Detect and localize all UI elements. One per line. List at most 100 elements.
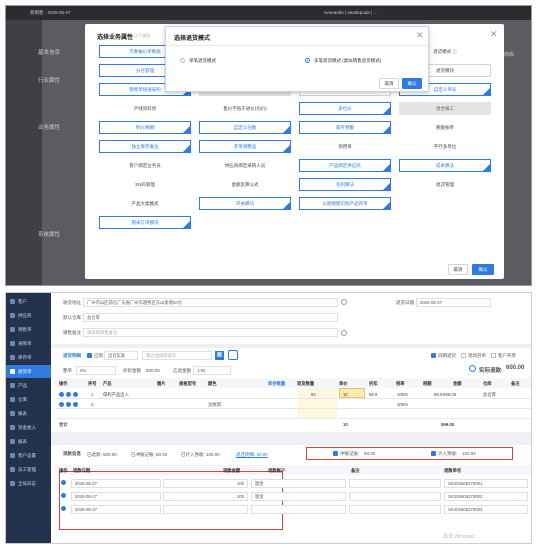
sidebar-item[interactable]: 报表 (6, 435, 51, 448)
cell-qty[interactable]: 10 (343, 392, 348, 397)
refund-detail-link[interactable]: 退还明细: 50.00 (236, 452, 268, 458)
attribute-tile[interactable]: 开关模块 (199, 197, 291, 210)
remove-row-icon[interactable] (61, 506, 66, 511)
sidebar-item[interactable]: 仓库 (6, 393, 51, 406)
sidebar-item[interactable]: 员工管理 (6, 463, 51, 476)
attribute-tile[interactable]: 税额按单 (399, 121, 491, 134)
attribute-tile[interactable]: 客户绑定业务员 (99, 159, 191, 172)
sidebar-item[interactable]: 退货单 (6, 365, 51, 378)
camera-icon[interactable] (228, 350, 238, 360)
warehouse-select[interactable]: 总仓库 (83, 313, 338, 322)
sidebar-item[interactable]: 客户设置 (6, 449, 51, 462)
attribute-tile[interactable]: 独立库存备注 (99, 140, 191, 153)
close-icon[interactable]: ✕ (416, 31, 424, 40)
cell-product: 保利产品出入 (103, 392, 129, 397)
already-select[interactable]: 出仓实发 (104, 351, 138, 360)
attribute-tile[interactable]: 产品大类模式 (99, 197, 191, 210)
attribute-tile[interactable]: 库存预警 (299, 121, 391, 134)
product-search-input[interactable]: 请过滤搜索退货 (142, 351, 212, 360)
radio-multi-label: 多笔退货模式 (类似销售退货模式) (314, 58, 382, 63)
sidebar-item[interactable]: 供应商 (6, 309, 51, 322)
sidebar-item[interactable]: 客户 (6, 295, 51, 308)
refund-no-field[interactable]: SK202605270001 (444, 479, 528, 488)
discount-select[interactable]: 0% (76, 366, 116, 375)
address-field[interactable]: 广州市山区前沿广东省广州市越秀区东山街道20号 (83, 298, 338, 307)
attribute-tile[interactable]: 毛利算法 (299, 178, 391, 191)
attribute-tile[interactable]: 售价不低于进价(均价) (199, 102, 291, 115)
radio-single[interactable] (180, 58, 185, 63)
confirm-button[interactable]: 确认 (472, 264, 494, 275)
opt1-checkbox[interactable] (431, 353, 436, 358)
attribute-tile[interactable]: 开单调整品 (199, 140, 291, 153)
opt2-checkbox[interactable] (461, 353, 466, 358)
refund-date-field[interactable]: 2026-05-27 (71, 492, 161, 501)
attribute-tile[interactable]: 成本算法 (399, 159, 491, 172)
sidebar-item[interactable]: 报表 (6, 407, 51, 420)
charge-input[interactable]: 1:00 (193, 366, 231, 375)
copy-row-icon[interactable] (73, 401, 78, 407)
refund-date-field[interactable]: 2026-05-27 (71, 479, 161, 488)
refresh-icon[interactable] (469, 365, 476, 372)
attribute-tile[interactable]: 平行多单位 (399, 140, 491, 153)
attribute-tile[interactable]: SN码管理 (99, 178, 191, 191)
refund-amount-field[interactable]: 100 (163, 479, 248, 488)
attribute-tile[interactable] (399, 197, 491, 210)
remove-row-icon[interactable] (61, 493, 66, 498)
refund-account-field[interactable] (251, 505, 346, 514)
sidebar-item[interactable]: 全局日志 (6, 477, 51, 490)
cancel-button[interactable]: 取消 (448, 264, 468, 275)
attribute-tile[interactable]: 产品绑定供应商 (299, 159, 391, 172)
sidebar-item[interactable]: 库存单 (6, 351, 51, 364)
delete-row-icon[interactable] (66, 401, 71, 407)
attribute-tile[interactable]: 以图搜图识别产品开单 (299, 197, 391, 210)
refund-date-field[interactable]: 2026-05-27 (71, 505, 161, 514)
sidebar-item[interactable]: 资金收入 (6, 421, 51, 434)
date-field[interactable]: 2026-05-27 (416, 298, 491, 307)
refund-remark-field[interactable] (349, 479, 441, 488)
refund-remark-field[interactable] (349, 492, 441, 501)
scan-icon[interactable]: ▦ (215, 351, 224, 360)
opt3-checkbox[interactable] (491, 353, 496, 358)
attribute-tile[interactable]: 批次管理 (399, 178, 491, 191)
refund-amount-field[interactable] (163, 505, 248, 514)
attribute-tile[interactable]: 单价/税额 (99, 121, 191, 134)
attribute-tile[interactable]: 供应商绑定采购人员 (199, 159, 291, 172)
sidebar-item[interactable]: 产品 (6, 379, 51, 392)
attribute-tile[interactable]: 多位价 (299, 102, 391, 115)
refund-column-header: 退款单号 (444, 468, 462, 473)
radio-multi[interactable] (305, 58, 310, 63)
sidebar-item[interactable]: 采购单 (6, 337, 51, 350)
attribute-tile[interactable]: 组合报工 (399, 102, 491, 115)
attribute-tile[interactable]: 自定义任数 (199, 121, 291, 134)
already-checkbox[interactable] (87, 353, 92, 358)
cell-price[interactable]: 59.9 (369, 392, 377, 397)
attribute-tile[interactable]: 领用单 (299, 140, 391, 153)
opt1-label: 同销退货 (438, 353, 456, 358)
refund-remark-field[interactable] (349, 505, 441, 514)
remove-row-icon[interactable] (61, 480, 66, 485)
attribute-tile[interactable]: 金额反算公式 (199, 178, 291, 191)
remark-select[interactable]: 请选择销售备注 (83, 328, 338, 337)
add-row-icon[interactable] (59, 401, 64, 407)
close-icon[interactable]: ✕ (490, 30, 498, 39)
writeoff-checkbox[interactable] (333, 451, 338, 456)
sidebar-item-label: 报表 (18, 411, 27, 416)
add-circle-icon[interactable] (341, 299, 347, 305)
column-header: 单价 (339, 381, 348, 386)
refund-no-field[interactable]: SK202605270002 (444, 492, 528, 501)
prepay-checkbox[interactable] (431, 451, 436, 456)
add-circle-icon[interactable] (341, 330, 347, 336)
cancel-button[interactable]: 取消 (379, 78, 399, 89)
refund-account-field[interactable]: 现金 (251, 479, 346, 488)
refund-no-field[interactable]: SK202605270003 (444, 505, 528, 514)
refund-amount-field[interactable]: 100 (163, 492, 248, 501)
refund-account-field[interactable]: 现金 (251, 492, 346, 501)
attribute-tile[interactable]: 销采订单模块 (99, 216, 191, 229)
attribute-tile[interactable]: 产线资料停 (99, 102, 191, 115)
delete-row-icon[interactable] (66, 391, 71, 397)
copy-row-icon[interactable] (73, 391, 78, 397)
top-screenshot: 新销售 · 2026-05-27 nvoeaobe | seadepoda | … (5, 5, 532, 286)
sidebar-item[interactable]: 销售单 (6, 323, 51, 336)
add-row-icon[interactable] (59, 391, 64, 397)
confirm-button[interactable]: 确认 (402, 78, 422, 89)
